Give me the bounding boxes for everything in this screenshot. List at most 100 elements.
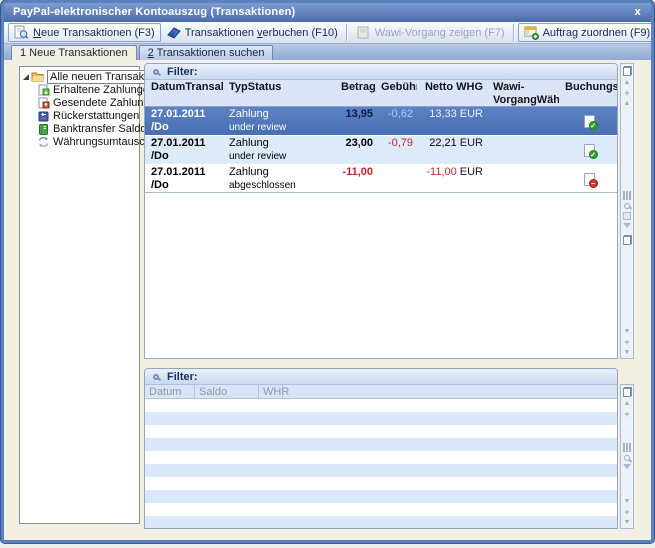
go-last-row-icon[interactable]: ▼ [624, 519, 631, 526]
toolbar-separator [513, 24, 515, 41]
go-next-row-icon[interactable]: ▼ [624, 328, 631, 335]
transactions-grid-side-toolbar: ▲ + ▲ ▼ + ▼ [620, 63, 634, 359]
tab-transaktionen-suchen[interactable]: 2 Transaktionen suchen [139, 45, 274, 60]
go-next-row-icon[interactable]: ▼ [624, 498, 631, 505]
transaction-row[interactable]: 27.01.2011 /Do9GH494735E3866936 Zahlungu… [145, 136, 617, 164]
tree-expander-icon[interactable] [23, 74, 29, 80]
main-content: Alle neuen Transaktionen Erhaltene Zahlu… [4, 60, 651, 540]
transactions-filter-bar[interactable]: Filter: [145, 64, 617, 80]
window-title: PayPal-elektronischer Kontoauszug (Trans… [13, 6, 295, 18]
column-header-wawi-vorgang[interactable]: Wawi-VorgangWährungskurs [487, 80, 559, 106]
column-chooser-icon[interactable] [623, 191, 631, 200]
empty-row [145, 477, 617, 490]
column-header-saldo[interactable]: Saldo [195, 385, 259, 398]
folder-open-icon [31, 71, 44, 83]
column-header-gebuehr[interactable]: Gebühr [375, 80, 417, 106]
column-header-datum[interactable]: Datum [145, 385, 195, 398]
empty-row [145, 412, 617, 425]
grid-search-icon[interactable] [624, 203, 630, 209]
show-wawi-process-icon [356, 25, 371, 40]
column-chooser-icon[interactable] [623, 443, 631, 452]
empty-row [145, 464, 617, 477]
empty-row [145, 503, 617, 516]
copy-rows-icon[interactable] [623, 235, 632, 245]
grid-search-icon[interactable] [624, 455, 630, 461]
tree-item-gesendete-zahlungen[interactable]: Gesendete Zahlungen [20, 97, 139, 109]
sent-payments-icon [37, 97, 50, 109]
title-bar: PayPal-elektronischer Kontoauszug (Trans… [4, 3, 651, 22]
tree-item-erhaltene-zahlungen[interactable]: Erhaltene Zahlungen [20, 84, 139, 96]
screen: PayPal-elektronischer Kontoauszug (Trans… [0, 0, 655, 548]
filter-label: Filter: [167, 66, 198, 78]
column-header-netto-whg[interactable]: Netto WHG [417, 80, 487, 106]
tree-item-banktransfer-saldo[interactable]: Banktransfer Saldo [20, 123, 139, 135]
saldo-grid-header: Datum Saldo WHR [145, 385, 617, 399]
post-transactions-icon [166, 25, 181, 40]
post-transactions-button[interactable]: Transaktionen verbuchen (F10) [161, 23, 343, 42]
transaction-row-selected[interactable]: 27.01.2011 /Do8CK9789711989861D Zahlungu… [145, 107, 617, 135]
empty-row [145, 451, 617, 464]
filter-search-icon [153, 69, 159, 75]
empty-row [145, 438, 617, 451]
transaction-categories-tree: Alle neuen Transaktionen Erhaltene Zahlu… [19, 66, 140, 524]
go-first-row-icon[interactable]: ▲ [624, 79, 631, 86]
new-transactions-button[interactable]: Neue Transaktionen (F3) [8, 23, 161, 42]
tab-transaktionen-suchen-label: Transaktionen suchen [154, 47, 265, 59]
grid-filter-icon[interactable] [623, 223, 631, 232]
column-header-typ[interactable]: TypStatus [223, 80, 335, 106]
empty-row [145, 516, 617, 529]
show-wawi-process-button[interactable]: Wawi-Vorgang zeigen (F7) [351, 23, 510, 42]
column-header-buchungsfaehig[interactable]: Buchungsfähig [559, 80, 617, 106]
new-transactions-icon [14, 25, 29, 40]
grid-filter-icon[interactable] [623, 464, 631, 473]
transactions-grid-header: DatumTransaktionscode TypStatus Betrag G… [145, 80, 617, 107]
bookable-check-icon: ✓ [584, 144, 595, 157]
tree-item-root[interactable]: Alle neuen Transaktionen [20, 71, 139, 83]
go-last-row-icon[interactable]: ▼ [624, 349, 631, 356]
post-transactions-label: Transaktionen verbuchen (F10) [185, 27, 338, 39]
empty-row [145, 425, 617, 438]
toolbar: Neue Transaktionen (F3) Transaktionen ve… [4, 22, 651, 44]
go-previous-row-icon[interactable]: ▲ [624, 100, 631, 107]
tree-item-rueckerstattungen[interactable]: Rückerstattungen [20, 110, 139, 122]
saldo-filter-bar[interactable]: Filter: [145, 369, 617, 385]
transaction-row[interactable]: 27.01.2011 /Do43E989696C6535442 Zahlunga… [145, 165, 617, 193]
tree-item-waehrungsumtausch[interactable]: Währungsumtausch [20, 136, 139, 148]
column-header-betrag[interactable]: Betrag [335, 80, 375, 106]
insert-row-icon[interactable]: + [624, 410, 629, 418]
saldo-grid: Filter: Datum Saldo WHR [144, 368, 618, 529]
refunds-icon [37, 110, 50, 122]
go-first-row-icon[interactable]: ▲ [624, 400, 631, 407]
transactions-grid: Filter: DatumTransaktionscode TypStatus … [144, 63, 618, 359]
empty-row [145, 399, 617, 412]
assign-order-label: Auftrag zuordnen (F9) [543, 27, 651, 39]
tab-bar: 1 Neue Transaktionen 2 Transaktionen suc… [4, 44, 651, 60]
assign-order-button[interactable]: Auftrag zuordnen (F9) [518, 23, 654, 42]
insert-row-icon[interactable]: + [624, 89, 629, 97]
column-header-datum[interactable]: DatumTransaktionscode [145, 80, 223, 106]
tab-neue-transaktionen-label: 1 Neue Transaktionen [20, 47, 128, 59]
grid-empty-area [145, 194, 617, 358]
paypal-statement-window: PayPal-elektronischer Kontoauszug (Trans… [1, 0, 654, 543]
saldo-grid-side-toolbar: ▲ + ▼ + ▼ [620, 384, 634, 529]
toolbar-separator [346, 24, 348, 41]
column-header-whr[interactable]: WHR [259, 385, 283, 398]
export-grid-icon[interactable] [623, 66, 632, 76]
bookable-check-icon: ✓ [584, 115, 595, 128]
filter-search-icon [153, 374, 159, 380]
currency-exchange-icon [37, 136, 50, 148]
append-row-icon[interactable]: + [624, 338, 629, 346]
new-transactions-label: Neue Transaktionen (F3) [33, 27, 155, 39]
received-payments-icon [37, 84, 50, 96]
grid-save-layout-icon[interactable] [623, 212, 631, 220]
append-row-icon[interactable]: + [624, 508, 629, 516]
not-bookable-icon: − [584, 173, 595, 186]
filter-label: Filter: [167, 371, 198, 383]
close-button[interactable]: x [635, 3, 641, 22]
assign-order-icon [524, 25, 539, 40]
tab-neue-transaktionen[interactable]: 1 Neue Transaktionen [11, 45, 137, 60]
empty-row [145, 490, 617, 503]
export-grid-icon[interactable] [623, 387, 632, 397]
banktransfer-icon [37, 123, 50, 135]
show-wawi-process-label: Wawi-Vorgang zeigen (F7) [375, 27, 505, 39]
